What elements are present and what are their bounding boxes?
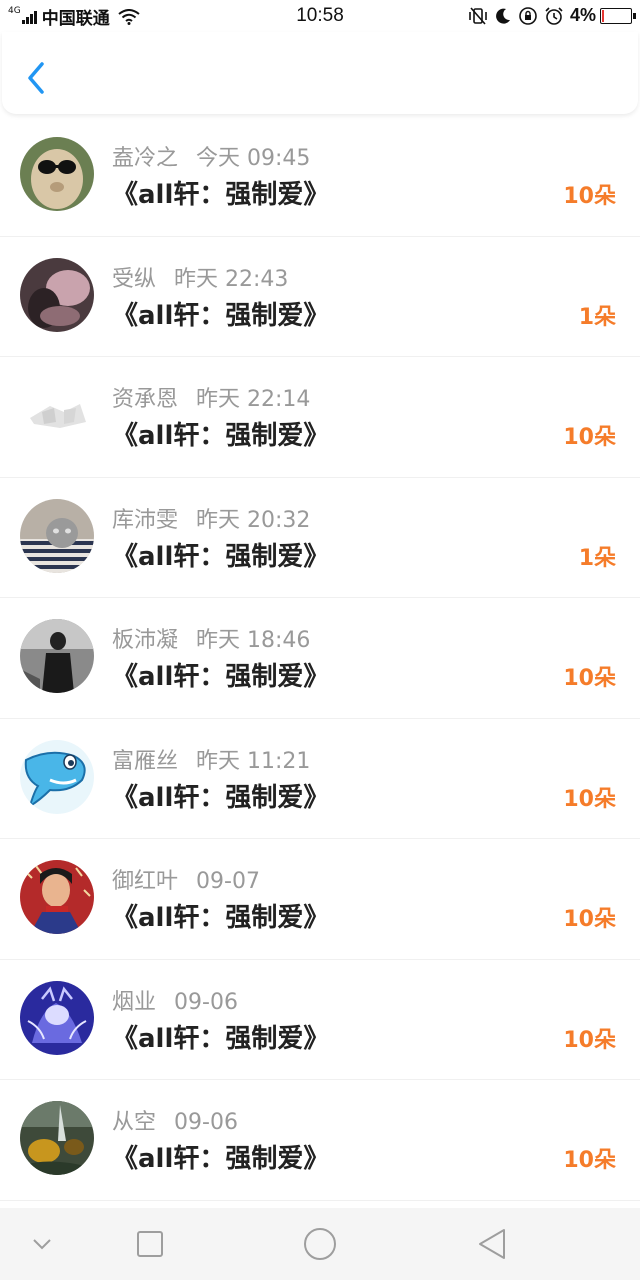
vibrate-off-icon: [469, 6, 487, 25]
book-title: 《all轩：强制爱》: [112, 662, 330, 692]
book-title: 《all轩：强制爱》: [112, 300, 330, 331]
flower-count: 10朵: [563, 907, 616, 932]
sender-line: 烟业 09-06: [112, 984, 238, 1016]
book-title: 《all轩：强制爱》: [112, 180, 330, 210]
book-title: 《all轩：强制爱》: [112, 1144, 330, 1174]
gift-time: 09-06: [174, 1110, 238, 1135]
gift-time: 09-07: [196, 869, 260, 894]
moon-icon: [496, 8, 510, 24]
sender-line: 富雁丝 昨天 11:21: [112, 743, 310, 775]
avatar: [20, 739, 94, 814]
avatar: [20, 860, 94, 934]
gift-time: 昨天 20:32: [196, 507, 311, 533]
triangle-back-icon: [479, 1229, 505, 1259]
circle-icon: [304, 1228, 336, 1260]
gift-time: 昨天 22:43: [174, 266, 289, 292]
back-nav-button[interactable]: [474, 1226, 510, 1262]
chevron-down-icon: [33, 1239, 51, 1250]
flower-count: 10朵: [563, 1148, 616, 1173]
list-item[interactable]: 烟业 09-06 《all轩：强制爱》 10朵: [0, 960, 640, 1080]
alarm-icon: [545, 6, 563, 25]
sender-name: 烟业: [112, 989, 157, 1015]
square-icon: [137, 1231, 163, 1257]
flower-count: 10朵: [563, 184, 616, 209]
battery-percent: 4%: [569, 5, 596, 25]
sender-name: 板沛凝: [112, 628, 179, 653]
gift-time: 09-06: [174, 989, 238, 1015]
sender-name: 从空: [112, 1110, 157, 1135]
nav-header: [2, 32, 638, 114]
gift-time: 昨天 18:46: [196, 628, 311, 653]
sender-line: 御红叶 09-07: [112, 863, 260, 895]
home-button[interactable]: [300, 1226, 336, 1262]
list-item[interactable]: 盍冷之 今天 09:45 《all轩：强制爱》 10朵: [0, 116, 640, 237]
avatar: [20, 378, 94, 452]
flower-count: 10朵: [563, 1027, 616, 1053]
sender-line: 板沛凝 昨天 18:46: [112, 622, 310, 654]
gift-time: 昨天 11:21: [196, 748, 311, 774]
list-item[interactable]: 库沛雯 昨天 20:32 《all轩：强制爱》 1朵: [0, 478, 640, 598]
sender-name: 盍冷之: [112, 146, 179, 171]
avatar: [20, 257, 94, 332]
sender-line: 盍冷之 今天 09:45: [112, 140, 310, 172]
list-item[interactable]: 御红叶 09-07 《all轩：强制爱》 10朵: [0, 839, 640, 960]
flower-count: 1朵: [578, 304, 616, 330]
status-bar: 4G 中国联通 10:58 4%: [0, 0, 640, 32]
sender-name: 富雁丝: [112, 748, 179, 774]
sender-name: 受纵: [112, 266, 157, 292]
flower-count: 10朵: [563, 666, 616, 691]
avatar: [20, 619, 94, 693]
list-item[interactable]: 富雁丝 昨天 11:21 《all轩：强制爱》 10朵: [0, 719, 640, 839]
book-title: 《all轩：强制爱》: [112, 421, 330, 451]
sender-name: 库沛雯: [112, 507, 179, 533]
avatar: [20, 980, 94, 1055]
flower-count: 10朵: [563, 786, 616, 812]
book-title: 《all轩：强制爱》: [112, 782, 330, 813]
status-right: 4%: [462, 5, 636, 26]
recents-button[interactable]: [132, 1226, 168, 1262]
avatar: [20, 498, 94, 573]
book-title: 《all轩：强制爱》: [112, 903, 330, 933]
avatar: [20, 1101, 94, 1175]
gift-time: 今天 09:45: [196, 146, 311, 171]
flower-count: 10朵: [563, 425, 616, 450]
book-title: 《all轩：强制爱》: [112, 1023, 330, 1054]
sender-line: 库沛雯 昨天 20:32: [112, 502, 310, 534]
book-title: 《all轩：强制爱》: [112, 541, 330, 572]
avatar: [20, 137, 94, 211]
list-item[interactable]: 板沛凝 昨天 18:46 《all轩：强制爱》 10朵: [0, 598, 640, 719]
sender-line: 资承恩 昨天 22:14: [112, 381, 310, 413]
back-button[interactable]: [18, 58, 54, 98]
sender-name: 资承恩: [112, 387, 179, 412]
chevron-left-icon: [28, 62, 44, 94]
flower-count: 1朵: [578, 545, 616, 571]
list-item[interactable]: 资承恩 昨天 22:14 《all轩：强制爱》 10朵: [0, 357, 640, 478]
system-nav-bar: [0, 1208, 640, 1280]
gift-time: 昨天 22:14: [196, 387, 311, 412]
list-item[interactable]: 受纵 昨天 22:43 《all轩：强制爱》 1朵: [0, 237, 640, 357]
sender-line: 从空 09-06: [112, 1104, 238, 1136]
battery-icon: [600, 7, 636, 24]
sender-name: 御红叶: [112, 869, 179, 894]
hide-nav-button[interactable]: [24, 1226, 60, 1262]
rotation-lock-icon: [519, 6, 537, 25]
gift-record-list: 盍冷之 今天 09:45 《all轩：强制爱》 10朵 受纵 昨天 22:43 《a…: [0, 116, 640, 1201]
sender-line: 受纵 昨天 22:43: [112, 261, 288, 293]
list-item[interactable]: 从空 09-06 《all轩：强制爱》 10朵: [0, 1080, 640, 1201]
